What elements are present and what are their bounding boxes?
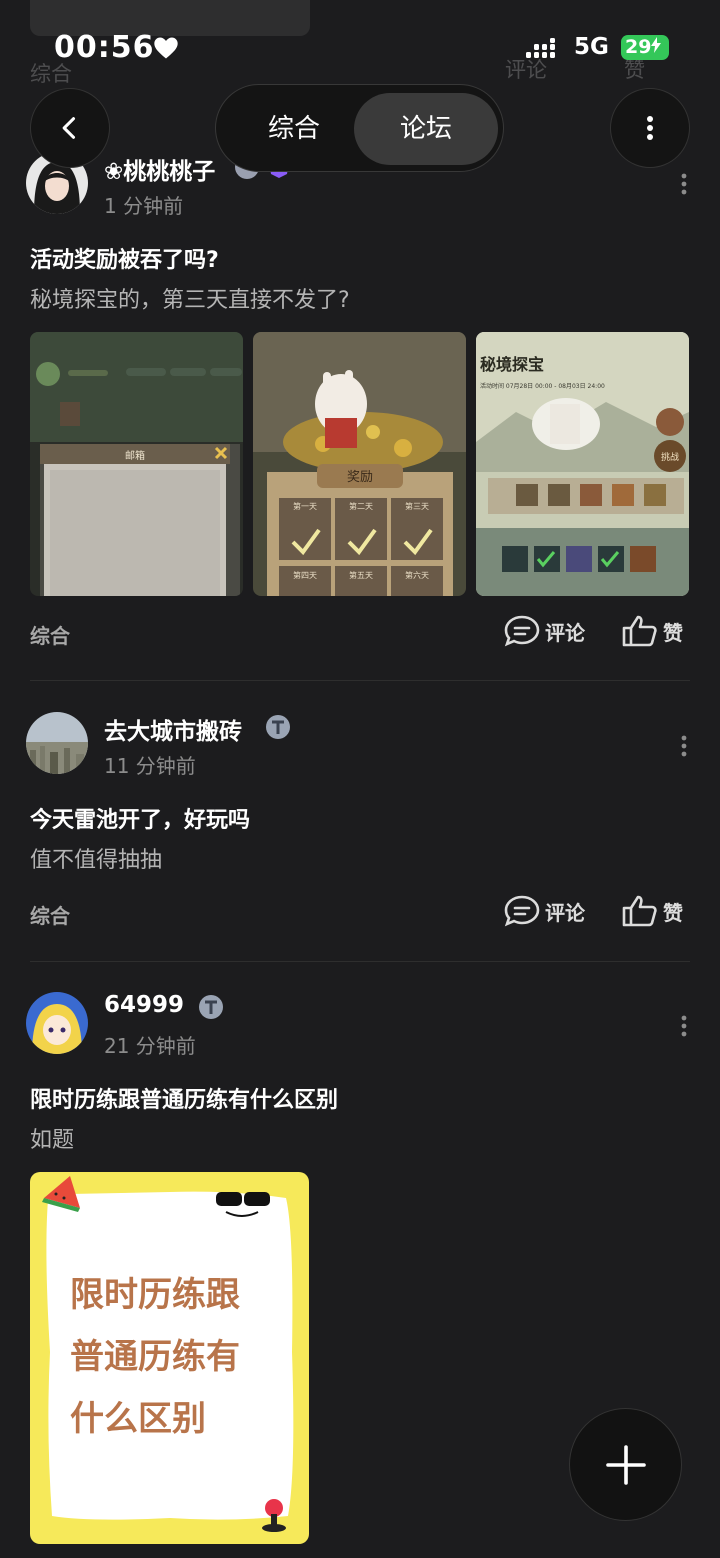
post-image-reward[interactable]: 奖励 第一天 第二天 第三天 第四天 第五天 第六天 <box>253 332 466 596</box>
avatar-image <box>26 712 88 774</box>
svg-text:第六天: 第六天 <box>405 570 429 580</box>
level-badge-icon <box>266 715 290 739</box>
forum-page: 综合 评论 赞 00:56 5G 29 综合 论坛 ❀桃桃桃子 1 分钟前 活动… <box>0 0 720 1558</box>
like-button[interactable]: 赞 <box>621 894 683 928</box>
charging-icon <box>651 37 662 53</box>
post-divider <box>30 680 690 681</box>
author-name[interactable]: ❀桃桃桃子 <box>104 152 215 186</box>
comment-label: 评论 <box>545 620 585 645</box>
battery-indicator: 29 <box>621 35 669 60</box>
like-label: 赞 <box>663 900 683 925</box>
mailbox-screenshot: 邮箱 <box>30 332 243 596</box>
tab-forum[interactable]: 论坛 <box>354 93 498 165</box>
reward-screenshot: 奖励 第一天 第二天 第三天 第四天 第五天 第六天 <box>253 332 466 596</box>
category-switcher: 综合 论坛 <box>215 84 504 172</box>
comment-button[interactable]: 评论 <box>503 894 585 928</box>
status-bar: 00:56 5G 29 <box>0 0 720 96</box>
create-post-button[interactable] <box>569 1408 682 1521</box>
challenge-label: 挑战 <box>661 451 679 463</box>
author-name[interactable]: 64999 <box>104 992 184 1018</box>
post-image-mailbox[interactable]: 邮箱 <box>30 332 243 596</box>
comment-label: 评论 <box>545 900 585 925</box>
title-card-line-2: 普通历练有 <box>70 1337 240 1377</box>
post-image-title-card[interactable]: 限时历练跟 普通历练有 什么区别 <box>30 1172 309 1544</box>
post-time: 21 分钟前 <box>104 1034 196 1058</box>
post-menu-icon[interactable] <box>680 172 688 196</box>
thumbs-up-icon <box>622 615 657 647</box>
treasure-event-time: 活动时间 07月28日 00:00 - 08月03日 24:00 <box>480 382 605 390</box>
svg-text:第三天: 第三天 <box>405 501 429 511</box>
post-title: 今天雷池开了，好玩吗 <box>30 808 251 833</box>
post-category-tag[interactable]: 综合 <box>30 620 70 649</box>
comment-icon <box>504 895 540 927</box>
treasure-screenshot: 秘境探宝 活动时间 07月28日 00:00 - 08月03日 24:00 挑战 <box>476 332 689 596</box>
post-time: 1 分钟前 <box>104 194 184 218</box>
svg-text:第四天: 第四天 <box>293 570 317 580</box>
svg-text:第一天: 第一天 <box>293 501 317 511</box>
mail-dialog-title: 邮箱 <box>125 449 145 462</box>
title-card-line-3: 什么区别 <box>70 1399 206 1439</box>
comment-icon <box>504 615 540 647</box>
reward-grid: 第一天 第二天 第三天 第四天 第五天 第六天 <box>279 498 443 596</box>
status-time: 00:56 <box>54 30 155 65</box>
post-menu-icon[interactable] <box>680 1014 688 1038</box>
post-card[interactable]: 去大城市搬砖 11 分钟前 今天雷池开了，好玩吗 值不值得抽抽 综合 评论 赞 <box>0 710 720 960</box>
level-badge-icon <box>199 995 223 1019</box>
plus-icon <box>605 1444 646 1485</box>
avatar[interactable] <box>26 712 88 774</box>
heart-icon <box>154 37 178 59</box>
title-card-line-1: 限时历练跟 <box>70 1275 240 1315</box>
title-card-image: 限时历练跟 普通历练有 什么区别 <box>30 1172 309 1544</box>
post-body: 秘境探宝的，第三天直接不发了? <box>30 288 350 313</box>
network-label: 5G <box>574 34 609 60</box>
post-image-treasure[interactable]: 秘境探宝 活动时间 07月28日 00:00 - 08月03日 24:00 挑战 <box>476 332 689 596</box>
post-divider <box>30 961 690 962</box>
post-card[interactable]: ❀桃桃桃子 1 分钟前 活动奖励被吞了吗? 秘境探宝的，第三天直接不发了? 邮箱 <box>0 148 720 678</box>
comment-button[interactable]: 评论 <box>503 614 585 648</box>
more-vertical-icon <box>647 116 653 140</box>
post-menu-icon[interactable] <box>680 734 688 758</box>
post-time: 11 分钟前 <box>104 754 196 778</box>
post-body: 如题 <box>30 1128 75 1153</box>
author-name[interactable]: 去大城市搬砖 <box>104 712 242 746</box>
post-title: 活动奖励被吞了吗? <box>30 248 219 273</box>
treasure-title: 秘境探宝 <box>480 355 544 374</box>
back-button[interactable] <box>30 88 110 168</box>
svg-text:第五天: 第五天 <box>349 570 373 580</box>
battery-level: 29 <box>625 36 652 58</box>
signal-icon <box>526 38 555 58</box>
like-label: 赞 <box>663 620 683 645</box>
post-body: 值不值得抽抽 <box>30 848 163 873</box>
avatar-image <box>26 992 88 1054</box>
svg-text:第二天: 第二天 <box>349 501 373 511</box>
post-category-tag[interactable]: 综合 <box>30 900 70 929</box>
reward-panel-title: 奖励 <box>347 470 373 485</box>
chevron-left-icon <box>62 117 76 139</box>
thumbs-up-icon <box>622 895 657 927</box>
avatar[interactable] <box>26 992 88 1054</box>
like-button[interactable]: 赞 <box>621 614 683 648</box>
post-title: 限时历练跟普通历练有什么区别 <box>30 1088 339 1113</box>
tab-general[interactable]: 综合 <box>222 93 366 165</box>
more-options-button[interactable] <box>610 88 690 168</box>
